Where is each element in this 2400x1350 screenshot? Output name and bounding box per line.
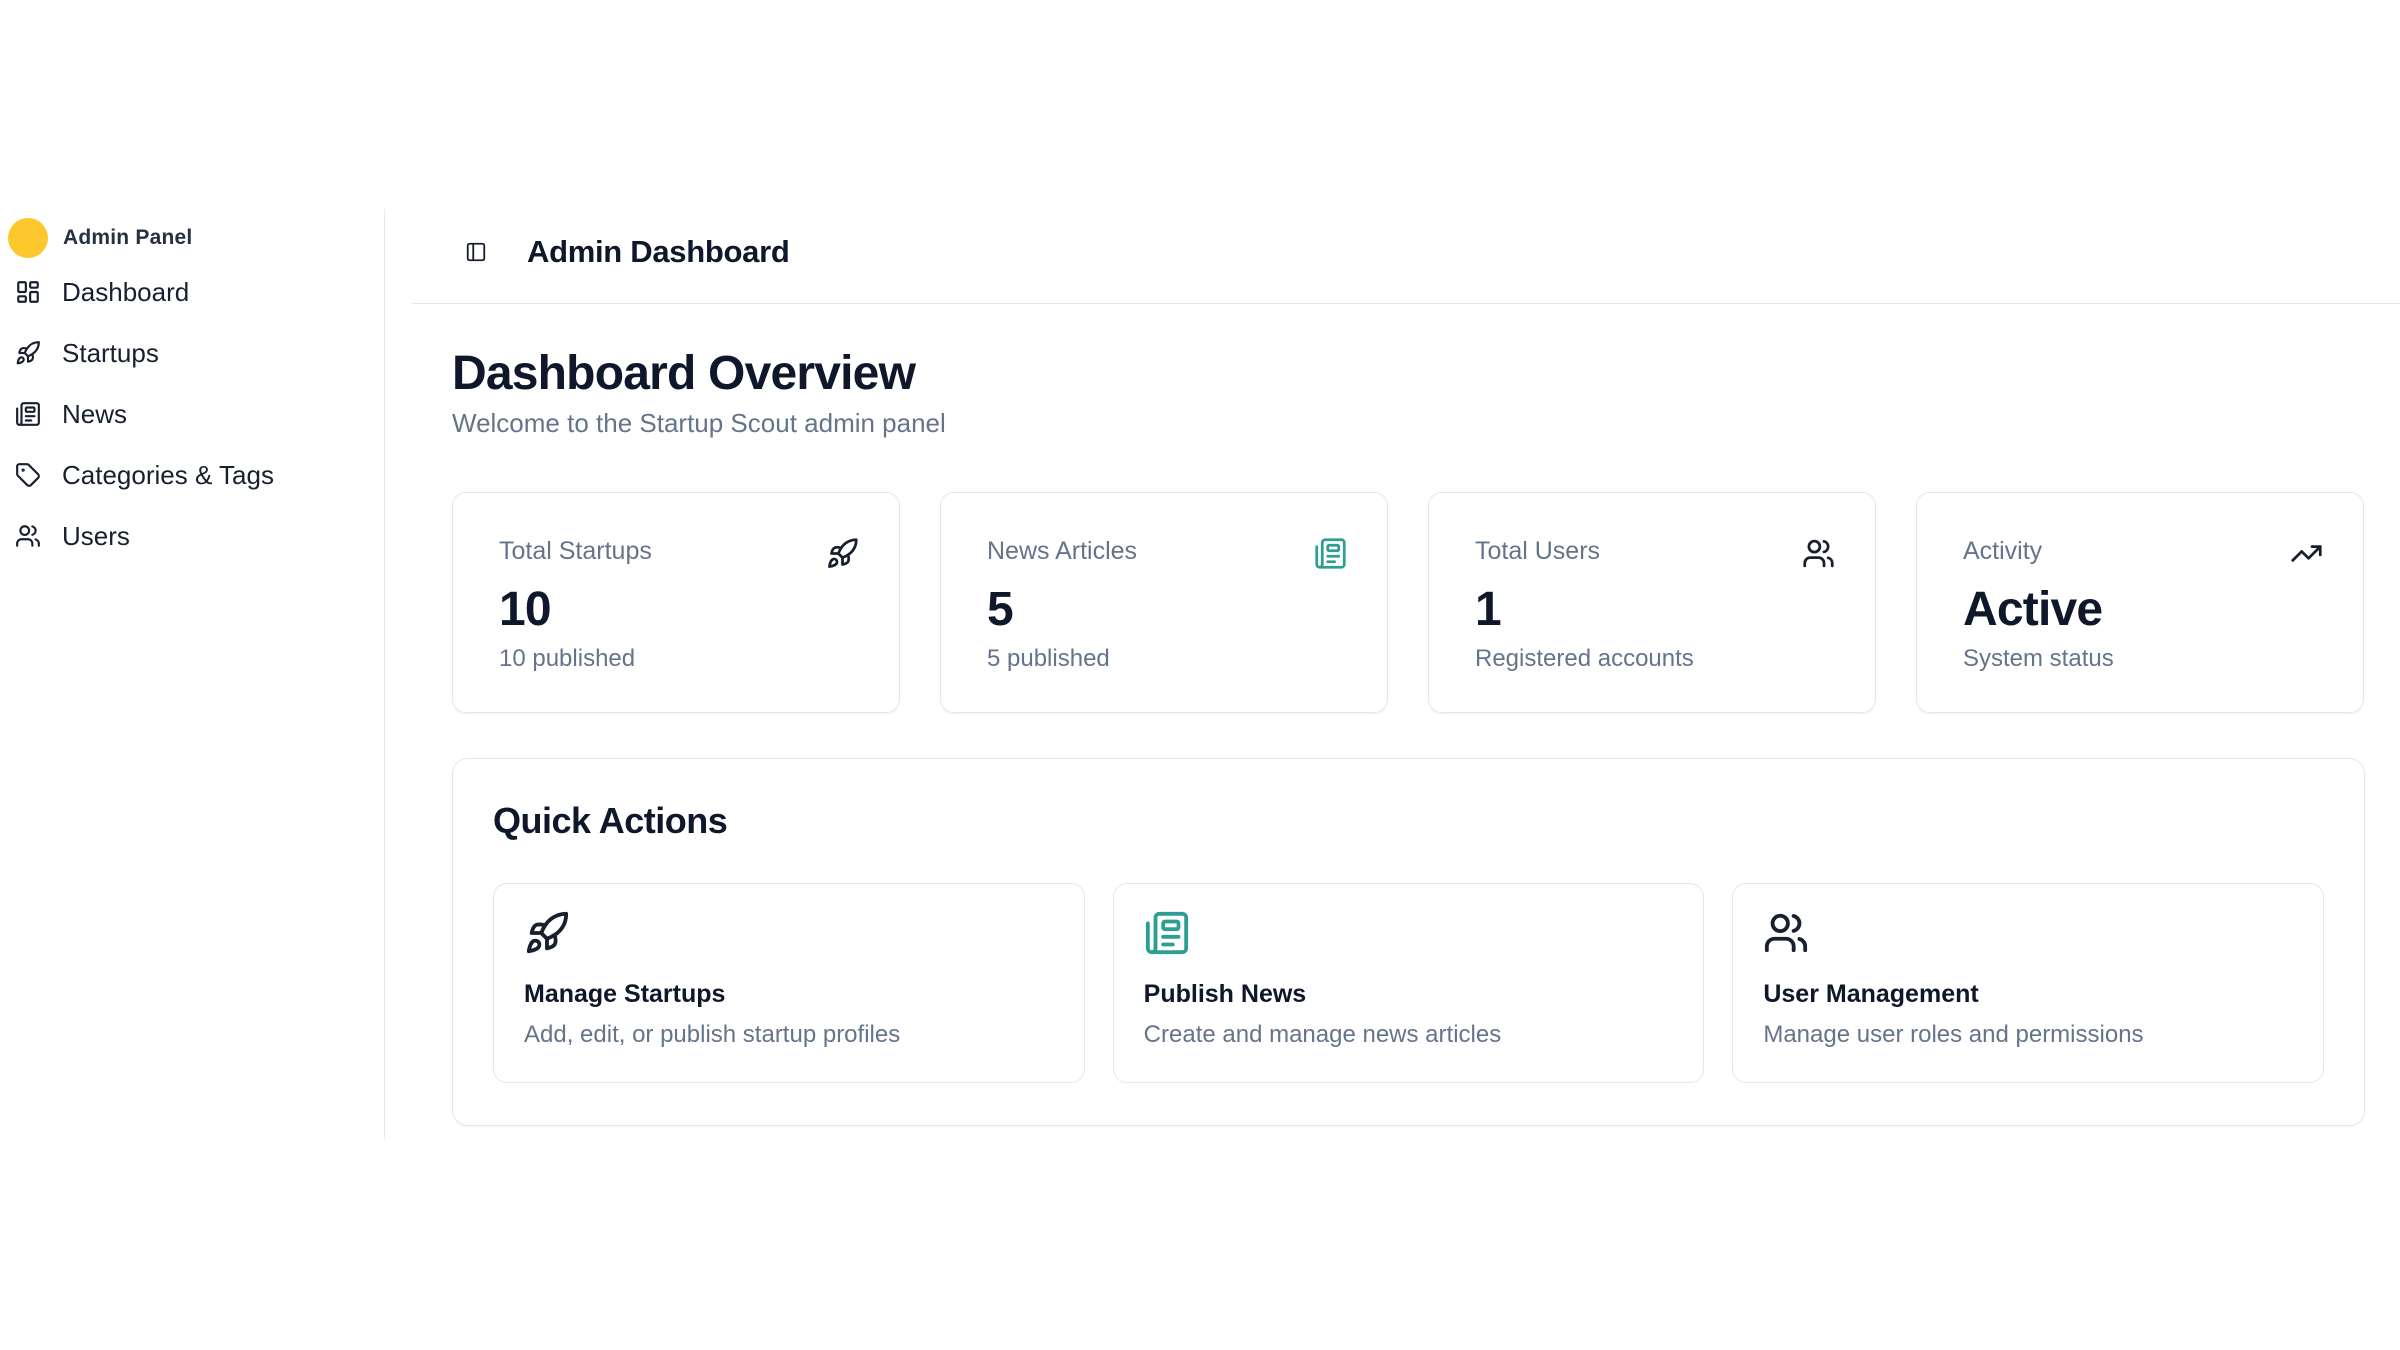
action-card-user-management[interactable]: User Management Manage user roles and pe… bbox=[1732, 883, 2324, 1083]
stat-label: Activity bbox=[1963, 535, 2042, 568]
sidebar-item-users[interactable]: Users bbox=[0, 514, 370, 558]
sidebar-item-label: Startups bbox=[62, 338, 159, 369]
stat-label: News Articles bbox=[987, 535, 1137, 568]
rocket-icon bbox=[826, 537, 859, 570]
admin-dashboard-page: Admin Panel Dashboard Startups News Cate… bbox=[0, 0, 2400, 1350]
sidebar-item-label: Categories & Tags bbox=[62, 460, 274, 491]
sidebar-item-news[interactable]: News bbox=[0, 392, 370, 436]
action-title: Manage Startups bbox=[524, 978, 1054, 1010]
trending-up-icon bbox=[2290, 537, 2323, 570]
quick-actions-panel: Quick Actions Manage Startups Add, edit,… bbox=[452, 758, 2365, 1126]
newspaper-icon bbox=[1314, 537, 1347, 570]
layout-dashboard-icon bbox=[15, 279, 41, 305]
rocket-icon bbox=[15, 340, 41, 366]
rocket-icon bbox=[524, 910, 570, 956]
stat-card-activity: Activity Active System status bbox=[1916, 492, 2364, 713]
action-description: Create and manage news articles bbox=[1144, 1020, 1674, 1050]
action-title: User Management bbox=[1763, 978, 2293, 1010]
stat-card-total-users: Total Users 1 Registered accounts bbox=[1428, 492, 1876, 713]
quick-actions-row: Manage Startups Add, edit, or publish st… bbox=[493, 883, 2324, 1083]
page-title: Dashboard Overview bbox=[452, 346, 915, 402]
newspaper-icon bbox=[15, 401, 41, 427]
sidebar-brand: Admin Panel bbox=[8, 218, 192, 258]
tag-icon bbox=[15, 462, 41, 488]
users-icon bbox=[15, 523, 41, 549]
stat-card-total-startups: Total Startups 10 10 published bbox=[452, 492, 900, 713]
sidebar-item-categories-tags[interactable]: Categories & Tags bbox=[0, 453, 370, 497]
stat-value: Active bbox=[1963, 584, 2323, 636]
brand-logo-icon bbox=[8, 218, 48, 258]
stat-sublabel: 5 published bbox=[987, 644, 1347, 674]
action-description: Manage user roles and permissions bbox=[1763, 1020, 2293, 1050]
newspaper-icon bbox=[1144, 910, 1190, 956]
action-card-publish-news[interactable]: Publish News Create and manage news arti… bbox=[1113, 883, 1705, 1083]
stat-value: 10 bbox=[499, 584, 859, 636]
action-title: Publish News bbox=[1144, 978, 1674, 1010]
header-divider bbox=[412, 303, 2400, 304]
panel-left-icon[interactable] bbox=[465, 241, 487, 263]
stat-value: 1 bbox=[1475, 584, 1835, 636]
action-card-manage-startups[interactable]: Manage Startups Add, edit, or publish st… bbox=[493, 883, 1085, 1083]
users-icon bbox=[1802, 537, 1835, 570]
sidebar-divider bbox=[384, 209, 385, 1139]
quick-actions-title: Quick Actions bbox=[493, 799, 2324, 843]
sidebar-nav: Dashboard Startups News Categories & Tag… bbox=[0, 270, 370, 575]
sidebar-item-label: Dashboard bbox=[62, 277, 189, 308]
stat-label: Total Users bbox=[1475, 535, 1600, 568]
stat-sublabel: Registered accounts bbox=[1475, 644, 1835, 674]
stat-sublabel: 10 published bbox=[499, 644, 859, 674]
stats-row: Total Startups 10 10 published News Arti… bbox=[452, 492, 2365, 713]
stat-sublabel: System status bbox=[1963, 644, 2323, 674]
sidebar-item-dashboard[interactable]: Dashboard bbox=[0, 270, 370, 314]
content-header: Admin Dashboard bbox=[465, 230, 789, 274]
header-title: Admin Dashboard bbox=[527, 234, 789, 270]
sidebar-item-startups[interactable]: Startups bbox=[0, 331, 370, 375]
page-subtitle: Welcome to the Startup Scout admin panel bbox=[452, 406, 946, 440]
stat-value: 5 bbox=[987, 584, 1347, 636]
users-icon bbox=[1763, 910, 1809, 956]
sidebar-item-label: News bbox=[62, 399, 127, 430]
stat-card-news-articles: News Articles 5 5 published bbox=[940, 492, 1388, 713]
action-description: Add, edit, or publish startup profiles bbox=[524, 1020, 1054, 1050]
stat-label: Total Startups bbox=[499, 535, 652, 568]
brand-name: Admin Panel bbox=[63, 226, 192, 250]
sidebar-item-label: Users bbox=[62, 521, 130, 552]
